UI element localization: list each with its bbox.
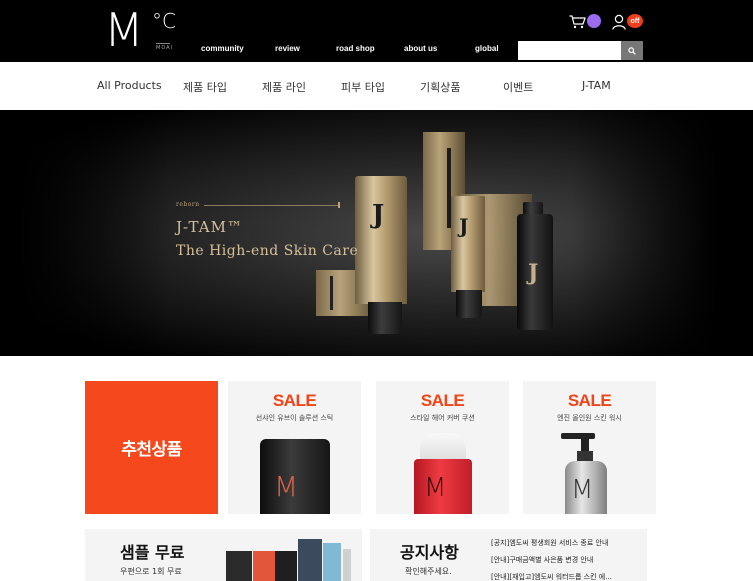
category-skin-type[interactable]: 피부 타입 — [341, 79, 385, 95]
search-icon — [628, 46, 636, 55]
sample-pack-3 — [275, 551, 297, 581]
off-badge[interactable]: off — [627, 14, 643, 28]
hero-product-mark-2: J — [459, 214, 469, 238]
hero-subtitle: The High-end Skin Care — [176, 243, 359, 259]
top-nav-road-shop[interactable]: road shop — [336, 44, 375, 53]
user-icon[interactable] — [612, 14, 626, 30]
product-image: M — [565, 461, 607, 514]
category-event[interactable]: 이벤트 — [503, 79, 533, 95]
sample-pack-1 — [226, 551, 252, 581]
top-nav-about-us[interactable]: about us — [404, 44, 437, 53]
hero-rule-end — [338, 202, 340, 208]
pump-collar — [577, 451, 593, 461]
category-nav: All Products 제품 타입 제품 라인 피부 타입 기획상품 이벤트 … — [0, 62, 753, 110]
product-card-2[interactable]: SALE 스타일 헤어 커버 쿠션 M — [376, 381, 509, 514]
box-stripe-low — [330, 276, 333, 310]
search-button[interactable] — [621, 41, 643, 60]
category-product-line[interactable]: 제품 라인 — [262, 79, 306, 95]
logo-degree: °C — [152, 9, 176, 33]
top-bar: M °C MOAI community review road shop abo… — [0, 0, 753, 62]
hero-kicker: reborn — [176, 201, 200, 208]
sale-label: SALE — [272, 391, 317, 410]
top-nav-review[interactable]: review — [275, 44, 300, 53]
category-j-tam[interactable]: J-TAM — [582, 79, 611, 92]
notice-item[interactable]: [안내]구매금액별 사은품 변경 안내 — [491, 555, 612, 572]
product-card-3[interactable]: SALE 엔진 올인원 스킨 워시 M — [523, 381, 656, 514]
hero-product-mark-3: J — [528, 260, 539, 286]
pump-head — [561, 433, 595, 439]
logo-letter: M — [104, 3, 144, 57]
sample-pack-4 — [298, 539, 322, 581]
tube-cap-small — [456, 290, 482, 318]
notice-item[interactable]: [공지]엠도씨 평생회원 서비스 종료 안내 — [491, 538, 612, 555]
notice-item[interactable]: [안내][재입고]엠도씨 워터드롭 스킨 에... — [491, 572, 612, 581]
tube-cap — [368, 302, 402, 334]
cart-icon[interactable] — [569, 15, 587, 29]
hero-fade-right — [573, 110, 753, 356]
sale-label: SALE — [420, 391, 465, 410]
hero-product-mark-1: J — [372, 200, 385, 230]
product-name[interactable]: 선샤인 유브이 솔루션 스틱 — [228, 413, 361, 423]
free-sample-card[interactable]: 샘플 무료 우편으로 1회 무료 — [85, 529, 362, 581]
notice-subtitle: 확인해주세요. — [405, 567, 452, 576]
category-product-type[interactable]: 제품 타입 — [183, 79, 227, 95]
sale-label: SALE — [567, 391, 612, 410]
product-image: M — [414, 459, 472, 514]
product-logo: M — [424, 473, 447, 503]
search-input[interactable] — [518, 41, 621, 60]
recommended-tile[interactable]: 추천상품 — [85, 381, 218, 514]
notice-list: [공지]엠도씨 평생회원 서비스 종료 안내 [안내]구매금액별 사은품 변경 … — [491, 538, 612, 581]
product-tube-large — [355, 176, 407, 304]
product-name[interactable]: 엔진 올인원 스킨 워시 — [523, 413, 656, 423]
sample-title: 샘플 무료 — [120, 543, 185, 562]
hero-banner[interactable]: J J J reborn J-TAM™ The High-end Skin Ca… — [0, 110, 753, 356]
product-logo: M — [571, 475, 594, 505]
sample-pack-6 — [343, 549, 351, 581]
sample-pack-5 — [323, 543, 341, 581]
category-all-products[interactable]: All Products — [97, 79, 162, 92]
top-nav-global[interactable]: global — [475, 44, 499, 53]
notice-title: 공지사항 — [400, 543, 459, 562]
product-name[interactable]: 스타일 헤어 커버 쿠션 — [376, 413, 509, 423]
sample-pack-2 — [253, 551, 275, 581]
cart-count-badge — [587, 14, 601, 28]
notice-card: 공지사항 확인해주세요. [공지]엠도씨 평생회원 서비스 종료 안내 [안내]… — [370, 529, 647, 581]
hero-fade-left — [0, 110, 170, 356]
product-tube-small — [451, 196, 485, 292]
top-nav-community[interactable]: community — [201, 44, 244, 53]
hero-rule — [204, 205, 340, 206]
sample-subtitle: 우편으로 1회 무료 — [120, 567, 182, 576]
recommended-label: 추천상품 — [121, 440, 182, 460]
category-special[interactable]: 기획상품 — [420, 79, 460, 95]
hero-title: J-TAM™ — [176, 218, 243, 236]
brand-logo[interactable]: M °C MOAI — [104, 3, 176, 57]
product-logo: M — [274, 470, 299, 503]
logo-rule — [156, 43, 170, 44]
logo-small-text: MOAI — [156, 45, 174, 51]
product-card-1[interactable]: SALE 선샤인 유브이 솔루션 스틱 M — [228, 381, 361, 514]
product-image: M — [260, 439, 330, 514]
